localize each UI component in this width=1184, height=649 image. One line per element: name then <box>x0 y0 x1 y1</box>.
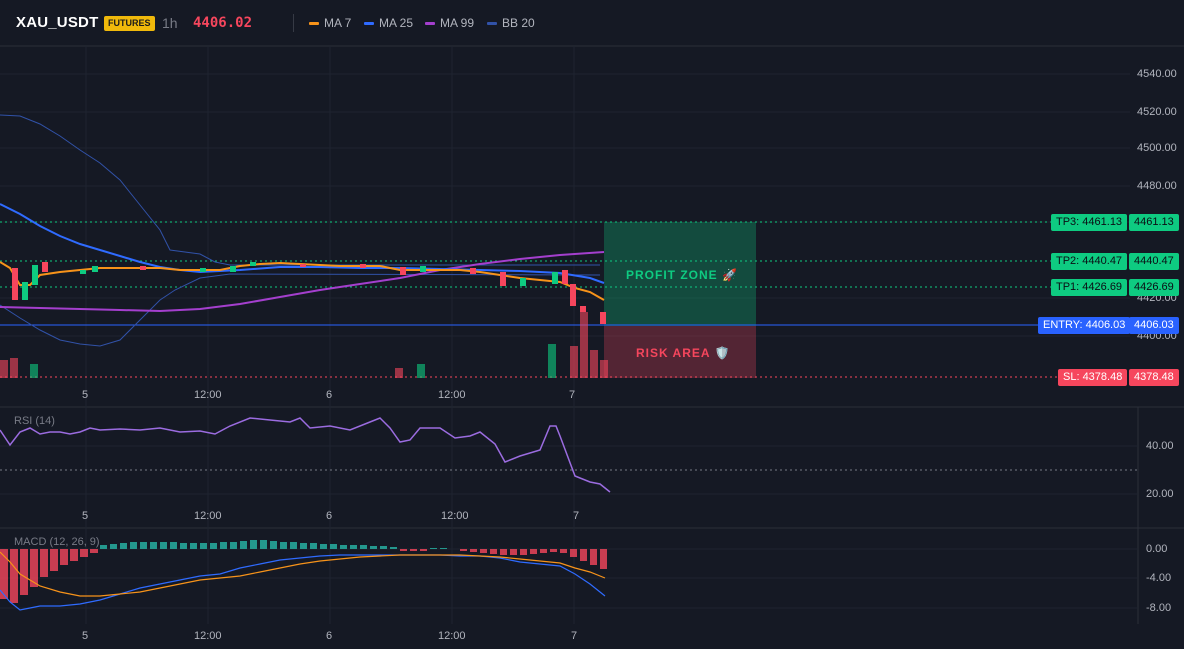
rsi-line <box>0 417 611 493</box>
ma25-line <box>0 203 605 284</box>
time-axis-macd-5: 5 <box>82 630 89 642</box>
time-axis-main-6: 6 <box>326 389 333 401</box>
time-axis-macd-6: 6 <box>326 630 333 642</box>
price-axis-4540: 4540.00 <box>1137 68 1177 80</box>
time-axis-macd-7: 7 <box>571 630 578 642</box>
time-axis-main-1200a: 12:00 <box>194 389 222 401</box>
rsi-axis-20: 20.00 <box>1146 488 1174 500</box>
price-axis-4500: 4500.00 <box>1137 142 1177 154</box>
price-chart[interactable] <box>0 0 1184 649</box>
tp1-axis-value: 4426.69 <box>1129 279 1179 296</box>
time-axis-rsi-5: 5 <box>82 510 89 522</box>
macd-axis-minus4: -4.00 <box>1146 572 1172 584</box>
time-axis-main-1200b: 12:00 <box>438 389 466 401</box>
time-axis-macd-1200a: 12:00 <box>194 630 222 642</box>
entry-axis-value: 4406.03 <box>1129 317 1179 334</box>
rsi-axis-40: 40.00 <box>1146 440 1174 452</box>
bb-upper <box>0 114 600 266</box>
rsi-title: RSI (14) <box>14 415 55 427</box>
time-axis-main-7: 7 <box>569 389 576 401</box>
tp3-axis-value: 4461.13 <box>1129 214 1179 231</box>
macd-title: MACD (12, 26, 9) <box>14 536 100 548</box>
time-axis-main-5: 5 <box>82 389 89 401</box>
time-axis-rsi-6: 6 <box>326 510 333 522</box>
tp3-tag: TP3: 4461.13 <box>1051 214 1128 231</box>
time-axis-rsi-1200a: 12:00 <box>194 510 222 522</box>
entry-tag: ENTRY: 4406.03 <box>1038 317 1131 334</box>
macd-axis-minus8: -8.00 <box>1146 602 1172 614</box>
tp1-tag: TP1: 4426.69 <box>1051 279 1128 296</box>
macd-axis-0: 0.00 <box>1146 543 1168 555</box>
vertical-grid <box>85 46 575 624</box>
sl-axis-value: 4378.48 <box>1129 369 1179 386</box>
risk-zone-label: RISK AREA 🛡️ <box>636 346 731 360</box>
macd-signal-line <box>0 551 606 597</box>
sl-tag: SL: 4378.48 <box>1058 369 1128 386</box>
profit-zone-label: PROFIT ZONE 🚀 <box>626 268 738 282</box>
time-axis-macd-1200b: 12:00 <box>438 630 466 642</box>
tp2-tag: TP2: 4440.47 <box>1051 253 1128 270</box>
time-axis-rsi-7: 7 <box>573 510 580 522</box>
time-axis-rsi-1200b: 12:00 <box>441 510 469 522</box>
tp2-axis-value: 4440.47 <box>1129 253 1179 270</box>
price-axis-4520: 4520.00 <box>1137 106 1177 118</box>
price-axis-4480: 4480.00 <box>1137 180 1177 192</box>
